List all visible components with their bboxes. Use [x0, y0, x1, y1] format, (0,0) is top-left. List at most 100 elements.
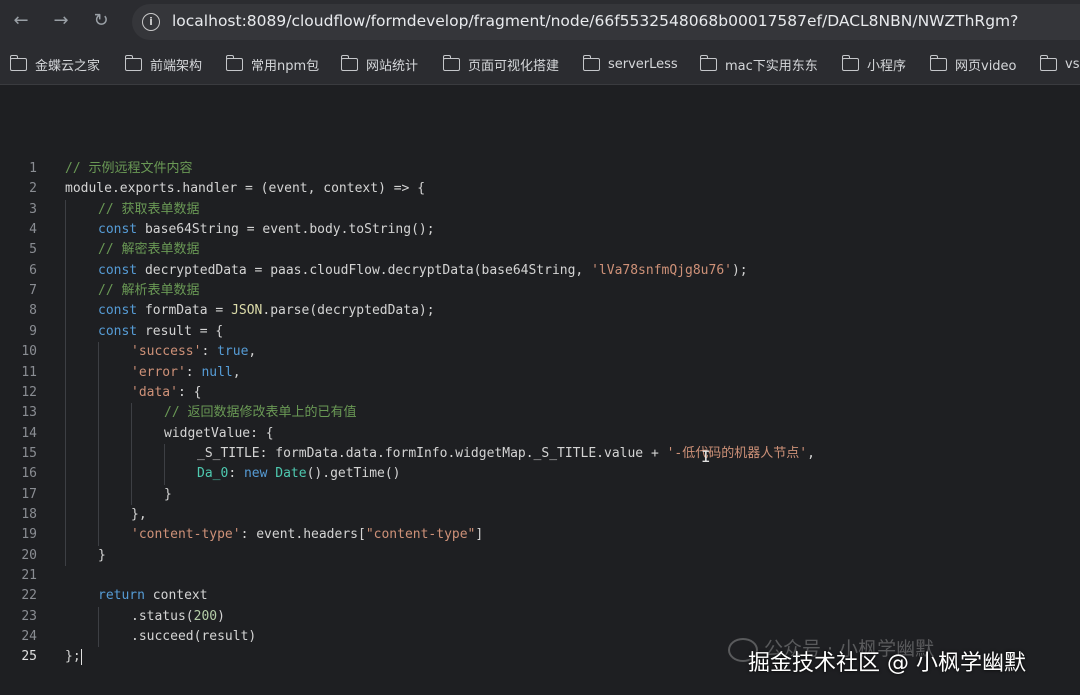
code-line[interactable]: 5 // 解密表单数据 — [0, 240, 1080, 260]
forward-icon[interactable]: → — [48, 8, 74, 34]
code-token: Date — [275, 466, 307, 482]
code-line[interactable]: 1 // 示例远程文件内容 — [0, 159, 1080, 179]
folder-icon — [442, 54, 460, 71]
code-token: : event.headers[ — [240, 527, 366, 543]
line-number: 5 — [29, 242, 37, 258]
code-line[interactable]: 19 'content-type': event.headers["content… — [0, 525, 1080, 545]
line-number: 9 — [29, 323, 37, 339]
code-line[interactable]: 8 const formData = JSON.parse(decryptedDa… — [0, 301, 1080, 321]
code-line[interactable]: 17} — [0, 485, 1080, 505]
bookmark-item[interactable]: 常用npm包 — [225, 54, 320, 74]
code-token: , — [807, 445, 815, 461]
code-text: const decryptedData = paas.cloudFlow.dec… — [98, 261, 748, 281]
code-token: widgetValue: { — [164, 425, 274, 441]
code-token: ) — [217, 608, 225, 624]
browser-toolbar: ← → ↻ i localhost:8089/cloudflow/formdev… — [0, 0, 1080, 44]
code-token: : — [185, 364, 202, 380]
folder-icon — [124, 54, 142, 71]
code-line[interactable]: 9 const result = { — [0, 322, 1080, 342]
code-token: ); — [731, 262, 748, 278]
code-token: .parse(decryptedData); — [262, 303, 435, 319]
code-token: 200 — [193, 608, 218, 624]
code-line[interactable]: 23 .status(200) — [0, 607, 1080, 627]
folder-icon — [1039, 54, 1057, 71]
bookmark-item[interactable]: 页面可视化搭建 — [442, 54, 559, 74]
code-line[interactable]: 21 — [0, 566, 1080, 586]
code-token: const — [98, 262, 138, 278]
code-token: const — [98, 222, 138, 238]
code-line[interactable]: 22 return context — [0, 586, 1080, 606]
line-number: 6 — [29, 262, 37, 278]
folder-icon — [699, 54, 717, 71]
code-token: , — [248, 344, 257, 360]
bookmark-label: 小程序 — [867, 58, 907, 74]
line-number: 19 — [21, 527, 37, 543]
bookmark-item[interactable]: 金蝶云之家 — [9, 54, 101, 74]
line-number: 16 — [21, 466, 37, 482]
line-number: 17 — [21, 486, 37, 502]
line-number: 7 — [29, 283, 37, 299]
code-token: }; — [65, 649, 81, 665]
code-line[interactable]: 10 'success': true, — [0, 342, 1080, 362]
bookmark-item[interactable]: vs — [1039, 54, 1079, 74]
line-number: 22 — [21, 588, 37, 604]
code-editor[interactable]: 1 // 示例远程文件内容 2 module.exports.handler = (e… — [0, 85, 1080, 695]
code-token: result = { — [137, 323, 224, 339]
code-token: return — [98, 588, 145, 604]
code-token: base64String = event.body.toString(); — [137, 222, 435, 238]
text-caret — [80, 648, 82, 665]
code-text: } — [98, 546, 106, 566]
url-text[interactable]: localhost:8089/cloudflow/formdevelop/fra… — [172, 12, 1018, 30]
code-text: 'success': true, — [131, 342, 256, 362]
code-line[interactable]: 18}, — [0, 505, 1080, 525]
bookmark-label: mac下实用东东 — [725, 58, 818, 74]
code-line[interactable]: 12 'data': { — [0, 383, 1080, 403]
code-line[interactable]: 20} — [0, 546, 1080, 566]
bookmark-item[interactable]: 小程序 — [841, 54, 907, 74]
code-text: 'error': null, — [131, 363, 241, 383]
code-line[interactable]: 6 const decryptedData = paas.cloudFlow.de… — [0, 261, 1080, 281]
bookmark-item[interactable]: serverLess — [582, 54, 678, 74]
code-token: // 解密表单数据 — [98, 242, 200, 258]
info-icon[interactable]: i — [142, 13, 160, 31]
code-token: 'error' — [131, 364, 186, 380]
bookmark-item[interactable]: 网页video — [929, 54, 1017, 74]
bookmark-label: 常用npm包 — [251, 58, 320, 74]
bookmark-item[interactable]: 前端架构 — [124, 54, 202, 74]
code-line[interactable]: 14 widgetValue: { — [0, 424, 1080, 444]
folder-icon — [225, 54, 243, 71]
bookmarks-bar: 金蝶云之家 前端架构 常用npm包 网站统计 页面可视化搭建 serverLess mac下… — [0, 44, 1080, 85]
bookmark-item[interactable]: 网站统计 — [340, 54, 418, 74]
reload-icon[interactable]: ↻ — [88, 8, 114, 34]
code-text: Da_0: new Date().getTime() — [197, 464, 401, 484]
line-number: 12 — [21, 384, 37, 400]
line-number: 21 — [21, 568, 37, 583]
back-icon[interactable]: ← — [8, 8, 34, 34]
code-token: // 解析表单数据 — [98, 283, 200, 299]
bookmark-item[interactable]: mac下实用东东 — [699, 54, 818, 74]
code-line[interactable]: 4 const base64String = event.body.toStrin… — [0, 220, 1080, 240]
code-token: '-低代码的机器人节点' — [666, 445, 808, 461]
code-line[interactable]: 7 // 解析表单数据 — [0, 281, 1080, 301]
code-line[interactable]: 11 'error': null, — [0, 363, 1080, 383]
bookmark-label: 金蝶云之家 — [35, 58, 101, 74]
folder-icon — [340, 54, 358, 71]
line-number: 8 — [29, 303, 37, 319]
code-line[interactable]: 16 Da_0: new Date().getTime() — [0, 464, 1080, 484]
line-number: 2 — [29, 181, 37, 197]
code-token: .succeed(result) — [131, 629, 257, 645]
line-number: 3 — [29, 201, 37, 217]
address-bar[interactable]: i localhost:8089/cloudflow/formdevelop/f… — [132, 4, 1080, 40]
code-token: // 获取表单数据 — [98, 201, 200, 217]
code-text: const formData = JSON.parse(decryptedDat… — [98, 301, 435, 321]
code-line[interactable]: 2 module.exports.handler = (event, contex… — [0, 179, 1080, 199]
code-line[interactable]: 15 _S_TITLE: formData.data.formInfo.widge… — [0, 444, 1080, 464]
code-line[interactable]: 3 // 获取表单数据 — [0, 200, 1080, 220]
code-token: ] — [475, 527, 484, 543]
code-text: const result = { — [98, 322, 223, 342]
code-line[interactable]: 13 // 返回数据修改表单上的已有值 — [0, 403, 1080, 423]
code-token: true — [217, 344, 249, 360]
bookmark-label: 网页video — [955, 58, 1017, 74]
code-text: return context — [98, 586, 208, 606]
code-token: const — [98, 323, 138, 339]
